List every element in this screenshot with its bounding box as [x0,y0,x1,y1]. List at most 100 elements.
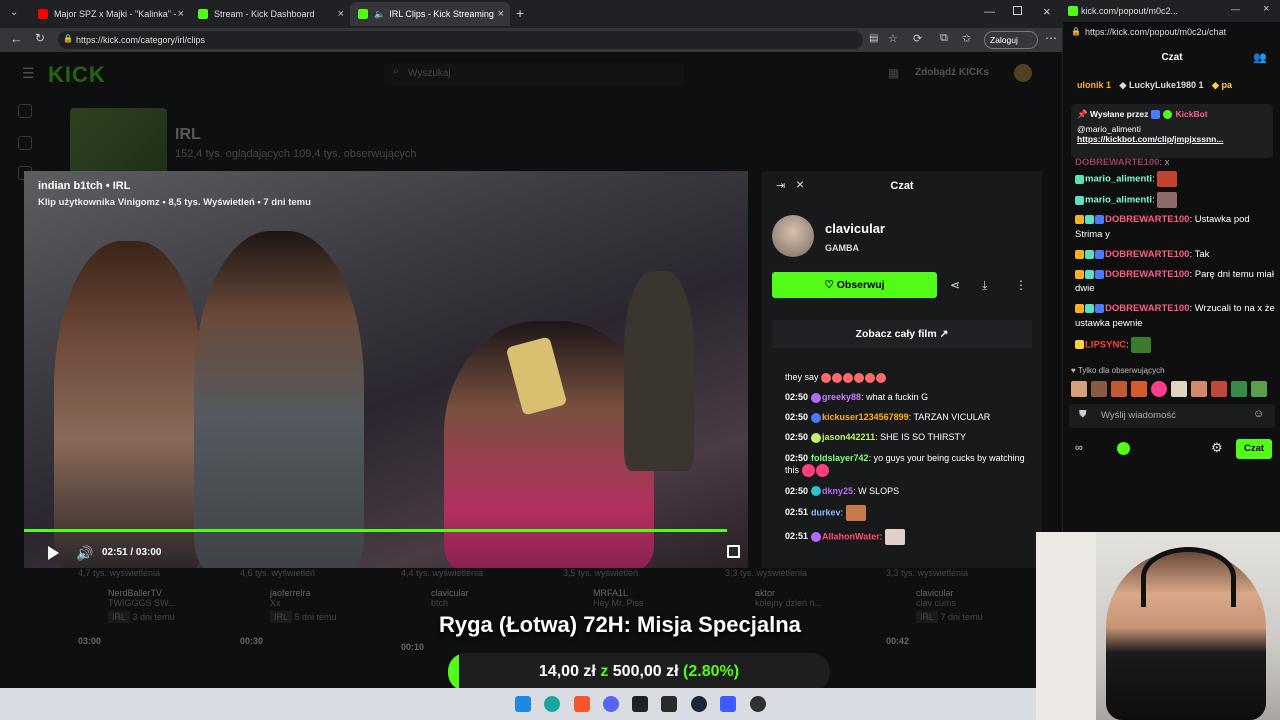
epic-games-icon[interactable] [661,696,677,712]
emote-icon[interactable] [1211,381,1227,397]
close-tab-icon[interactable]: × [178,8,184,20]
popout-url[interactable]: https://kick.com/popout/m0c2u/chat [1069,24,1275,40]
back-icon[interactable]: ← [10,31,23,46]
app-icon[interactable] [632,696,648,712]
close-tab-icon[interactable]: × [338,8,344,20]
clip-card[interactable]: 3,5 tys. wyświetleń MRFA1L Hey Mr. Piss [563,568,644,608]
close-window-icon[interactable]: × [1263,3,1269,15]
reader-icon[interactable]: ▤ [869,33,878,44]
message-user[interactable]: AllahonWater [822,531,880,541]
reload-icon[interactable]: ↻ [35,31,45,45]
chat-input[interactable]: Wyślij wiadomość [1069,404,1275,428]
message-user[interactable]: greeky88 [822,392,861,402]
close-tab-icon[interactable]: × [498,8,504,20]
kick-points-icon[interactable] [1117,442,1130,455]
follow-button[interactable]: ♡ Obserwuj [772,272,937,298]
more-icon[interactable]: ⋯ [1045,31,1057,45]
new-tab-icon[interactable]: + [516,5,524,21]
clip-player[interactable]: indian b1tch • IRL Klip użytkownika Vini… [24,171,748,568]
maximize-icon[interactable] [1013,6,1022,15]
message-user[interactable]: DOBREWARTE100 [1105,214,1189,225]
fullscreen-icon[interactable] [727,545,740,558]
recording-icon[interactable] [750,696,766,712]
message-user[interactable]: DOBREWARTE100 [1075,157,1159,166]
users-icon[interactable]: 👥 [1253,51,1267,64]
message-user[interactable]: kickuser1234567899 [822,412,909,422]
tab-list-icon[interactable]: ⌄ [10,7,18,18]
grid-icon[interactable]: ▦ [888,66,899,80]
message-user[interactable]: DOBREWARTE100 [1105,303,1189,314]
extensions-icon[interactable]: ⟳ [913,32,922,45]
edge-icon[interactable] [544,696,560,712]
url-field[interactable]: https://kick.com/category/irl/clips [58,31,863,49]
collections-icon[interactable]: ⧉ [940,32,948,45]
message-user[interactable]: jason442211 [822,432,875,442]
emote-icon[interactable] [1231,381,1247,397]
volume-icon[interactable]: 🔊 [76,545,93,562]
obs-icon[interactable] [720,696,736,712]
chat-message: 02:51 durkev: [785,504,1035,521]
menu-icon[interactable]: ☰ [22,65,35,82]
clip-card[interactable]: 4,7 tys. wyświetlenia NerdBallerTV TWIGG… [78,568,176,646]
message-time: 02:50 [785,392,809,403]
kick-logo[interactable]: KICK [48,62,106,88]
user-avatar[interactable] [1014,64,1032,82]
channel-avatar[interactable] [772,215,814,257]
profile-button[interactable]: Zaloguj [984,31,1038,49]
more-options-icon[interactable]: ⋮ [1015,278,1027,292]
minimize-icon[interactable]: — [984,6,995,18]
emote-icon[interactable] [1151,381,1167,397]
pinned-message[interactable]: 📌 Wysłane przez KickBot @mario_alimenti … [1071,104,1273,158]
brave-icon[interactable] [574,696,590,712]
windows-start-icon[interactable] [515,696,531,712]
steam-icon[interactable] [691,696,707,712]
download-icon[interactable]: ⤓ [982,278,987,293]
share-icon[interactable]: ⋖ [950,278,960,292]
tab-youtube[interactable]: Major SPZ x Majki - "Kalinka" - Yo × [30,2,190,26]
discord-icon[interactable] [603,696,619,712]
settings-icon[interactable]: ⚙ [1211,440,1223,456]
clip-card[interactable]: 4,4 tys. wyświetlenia clavicular btch 00… [401,568,483,652]
tab-irl-clips[interactable]: 🔈 IRL Clips - Kick Streaming × [350,2,510,26]
emote-icon[interactable] [1191,381,1207,397]
close-window-icon[interactable]: × [1043,4,1051,19]
message-user[interactable]: mario_alimenti [1085,195,1152,206]
get-kicks-button[interactable]: Zdobądź KICKs [915,67,989,78]
home-icon[interactable] [18,104,32,118]
emote-icon[interactable] [1091,381,1107,397]
emote-icon[interactable] [1251,381,1267,397]
message-user[interactable]: foldslayer742 [811,453,869,463]
emote-icon[interactable] [1071,381,1087,397]
goal-progress-bar: 14,00 zł z 500,00 zł (2.80%) [448,653,830,691]
message-user[interactable]: LIPSYNC [1085,339,1126,350]
send-chat-button[interactable]: Czat [1236,439,1272,459]
message-user[interactable]: dkny25 [822,486,853,496]
tab-bar: ⌄ Major SPZ x Majki - "Kalinka" - Yo × S… [0,0,1062,28]
message-user[interactable]: DOBREWARTE100 [1105,249,1189,260]
channel-name[interactable]: clavicular [825,221,885,236]
clip-card[interactable]: 4,6 tys. wyświetleń jaoferreira Xx IRL 5… [240,568,337,646]
card-title: btch [431,598,449,608]
play-icon[interactable] [48,546,59,560]
favorite-icon[interactable]: ☆ [888,32,898,45]
clip-card[interactable]: 3,3 tys. wyświetlenia aktor kolejny dzie… [725,568,822,608]
message-user[interactable]: durkev [811,507,841,517]
progress-bar[interactable] [24,529,727,532]
watch-full-button[interactable]: Zobacz cały film ↗ [772,320,1032,348]
minimize-icon[interactable]: — [1231,4,1240,14]
points-icon[interactable]: ∞ [1075,442,1083,454]
emote-icon[interactable] [1171,381,1187,397]
browse-icon[interactable] [18,136,32,150]
emote-icon[interactable] [1111,381,1127,397]
message-user[interactable]: mario_alimenti [1085,174,1152,185]
emote-icon[interactable] [1131,381,1147,397]
emoji-icon[interactable]: ☺ [1253,408,1264,420]
lock-icon[interactable]: 🔒 [63,34,73,43]
search-input[interactable]: Wyszukaj [384,63,684,85]
tab-kick-dashboard[interactable]: Stream - Kick Dashboard × [190,2,350,26]
webcam-door [1036,532,1096,720]
favorites-bar-icon[interactable]: ✩ [962,32,971,45]
pinned-link[interactable]: https://kickbot.com/clip/jmpjxssnn... [1077,134,1267,144]
message-user[interactable]: DOBREWARTE100 [1105,269,1189,280]
clip-card[interactable]: 3,3 tys. wyświetlenia clavicular clav cu… [886,568,983,646]
